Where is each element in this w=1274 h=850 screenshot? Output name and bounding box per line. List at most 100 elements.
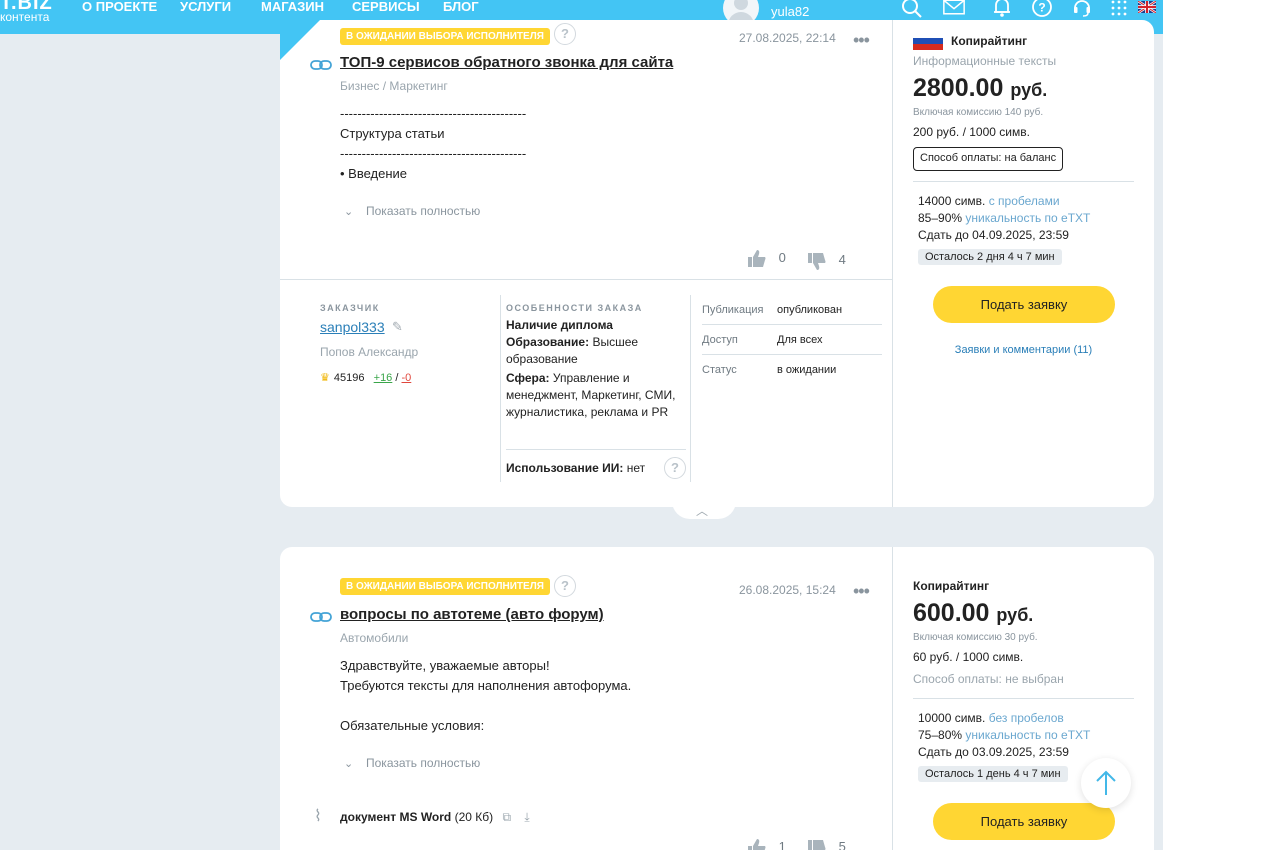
positive-reviews-link[interactable]: +16 bbox=[374, 372, 393, 384]
status-badge: В ОЖИДАНИИ ВЫБОРА ИСПОЛНИТЕЛЯ bbox=[340, 578, 550, 595]
meta-key: Публикация bbox=[702, 304, 764, 316]
apply-button[interactable]: Подать заявку bbox=[933, 803, 1115, 840]
paperclip-icon: ⌇ bbox=[314, 808, 322, 825]
payment-method[interactable]: Способ оплаты: на баланс bbox=[913, 147, 1064, 171]
order-description: Здравствуйте, уважаемые авторы! Требуютс… bbox=[340, 656, 631, 736]
negative-reviews-link[interactable]: -0 bbox=[402, 372, 412, 384]
uniqueness: 85–90% уникальность по eTXT bbox=[918, 211, 1090, 225]
chevron-up-icon: ︿ bbox=[696, 504, 709, 518]
like-button[interactable]: 0 bbox=[747, 249, 786, 269]
order-subtype: Информационные тексты bbox=[913, 54, 1057, 68]
ai-usage-value: нет bbox=[626, 461, 646, 475]
apply-button[interactable]: Подать заявку bbox=[933, 286, 1115, 323]
customer-section-label: ЗАКАЗЧИК bbox=[320, 303, 380, 313]
order-title[interactable]: ТОП-9 сервисов обратного звонка для сайт… bbox=[340, 54, 673, 71]
order-category[interactable]: Автомобили bbox=[340, 631, 408, 645]
nav-blog[interactable]: БЛОГ bbox=[443, 0, 479, 14]
description-line: Здравствуйте, уважаемые авторы! bbox=[340, 658, 550, 673]
order-title[interactable]: вопросы по автотеме (авто форум) bbox=[340, 606, 604, 623]
column-divider bbox=[500, 295, 501, 482]
price-commission: Включая комиссию 140 руб. bbox=[913, 107, 1044, 118]
attachment[interactable]: документ MS Word (20 Кб) ⧉ ⤓ bbox=[340, 810, 530, 825]
collapse-toggle[interactable]: ︿ bbox=[672, 501, 736, 519]
description-line: Структура статьи bbox=[340, 126, 445, 141]
mail-icon[interactable] bbox=[943, 0, 965, 18]
order-price: 600.00 руб. bbox=[913, 599, 1033, 628]
dislike-button[interactable]: 5 bbox=[807, 838, 846, 850]
meta-value: опубликован bbox=[777, 304, 843, 316]
chars-value: 14000 симв. bbox=[918, 194, 986, 208]
ai-usage-key: Использование ИИ: bbox=[506, 461, 624, 475]
apps-grid-icon[interactable] bbox=[1110, 0, 1128, 17]
new-order-ribbon bbox=[280, 20, 320, 60]
ai-help-icon[interactable]: ? bbox=[664, 457, 686, 479]
meta-value: в ожидании bbox=[777, 364, 837, 376]
feature-diploma: Наличие диплома bbox=[506, 318, 613, 332]
russia-flag-icon bbox=[913, 32, 943, 50]
description-line: ----------------------------------------… bbox=[340, 146, 527, 161]
uk-flag-icon[interactable] bbox=[1137, 0, 1157, 14]
status-badge: В ОЖИДАНИИ ВЫБОРА ИСПОЛНИТЕЛЯ bbox=[340, 28, 550, 45]
download-icon[interactable]: ⤓ bbox=[524, 810, 529, 824]
payment-method: Способ оплаты: не выбран bbox=[913, 672, 1064, 686]
order-price: 2800.00 руб. bbox=[913, 74, 1047, 103]
like-button[interactable]: 1 bbox=[747, 838, 786, 850]
description-line: Требуются тексты для наполнения автофору… bbox=[340, 678, 632, 693]
order-type: Копирайтинг bbox=[913, 579, 990, 593]
rating-value: 45196 bbox=[333, 372, 365, 384]
more-options-icon[interactable]: ••• bbox=[853, 31, 870, 49]
description-line bbox=[340, 696, 631, 716]
page-right-margin bbox=[1163, 0, 1274, 850]
deadline: Сдать до 03.09.2025, 23:59 bbox=[918, 745, 1069, 759]
card-column-divider bbox=[892, 547, 893, 850]
show-more-label: Показать полностью bbox=[366, 204, 481, 218]
price-value: 600.00 bbox=[913, 599, 990, 627]
dislike-button[interactable]: 4 bbox=[807, 251, 846, 271]
status-help-icon[interactable]: ? bbox=[554, 575, 576, 597]
chevron-down-icon: ⌄ bbox=[344, 758, 354, 770]
price-commission: Включая комиссию 30 руб. bbox=[913, 632, 1038, 643]
help-icon[interactable]: ? bbox=[1031, 0, 1053, 18]
order-features: Наличие диплома Образование: Высшее обра… bbox=[506, 317, 684, 421]
show-more-link[interactable]: ⌄ Показать полностью bbox=[344, 756, 480, 770]
site-logo-subtitle: контента bbox=[0, 10, 50, 24]
chars-count: 14000 симв. с пробелами bbox=[918, 194, 1060, 208]
attachment-size: (20 Кб) bbox=[454, 810, 494, 824]
support-headset-icon[interactable] bbox=[1071, 0, 1093, 18]
price-currency: руб. bbox=[1010, 80, 1048, 100]
price-value: 2800.00 bbox=[913, 74, 1004, 102]
thumbs-up-icon bbox=[748, 250, 766, 267]
customer-rating: ♛ 45196 +16 / -0 bbox=[320, 371, 411, 384]
nav-shop[interactable]: МАГАЗИН bbox=[261, 0, 324, 14]
scroll-to-top-button[interactable] bbox=[1081, 758, 1131, 808]
order-category[interactable]: Бизнес / Маркетинг bbox=[340, 79, 448, 93]
right-divider bbox=[913, 698, 1134, 699]
rating-separator: / bbox=[395, 372, 399, 384]
customer-login-link[interactable]: sanpol333 bbox=[320, 319, 385, 335]
search-icon[interactable] bbox=[901, 0, 923, 19]
pencil-icon[interactable]: ✎ bbox=[392, 319, 403, 335]
show-more-link[interactable]: ⌄ Показать полностью bbox=[344, 204, 480, 218]
feature-divider bbox=[506, 449, 686, 450]
meta-divider bbox=[702, 324, 882, 325]
nav-about[interactable]: О ПРОЕКТЕ bbox=[82, 0, 157, 14]
username[interactable]: yula82 bbox=[771, 4, 809, 19]
nav-tools[interactable]: СЕРВИСЫ bbox=[352, 0, 420, 14]
bell-icon[interactable] bbox=[991, 0, 1013, 18]
arrow-up-icon bbox=[1096, 770, 1116, 795]
more-options-icon[interactable]: ••• bbox=[853, 582, 870, 600]
column-divider bbox=[690, 295, 691, 482]
attachment-name[interactable]: документ MS Word bbox=[340, 810, 451, 824]
ai-usage: Использование ИИ: нет bbox=[506, 460, 684, 477]
order-type: Копирайтинг bbox=[951, 34, 1028, 48]
description-line: ----------------------------------------… bbox=[340, 106, 527, 121]
status-help-icon[interactable]: ? bbox=[554, 23, 576, 45]
feature-sphere-key: Сфера: bbox=[506, 371, 550, 385]
preview-icon[interactable]: ⧉ bbox=[503, 810, 512, 824]
meta-key: Статус bbox=[702, 364, 737, 376]
price-rate: 60 руб. / 1000 симв. bbox=[913, 650, 1024, 664]
nav-services[interactable]: УСЛУГИ bbox=[180, 0, 231, 14]
customer-full-name: Попов Александр bbox=[320, 345, 419, 359]
svg-text:?: ? bbox=[1038, 1, 1045, 15]
bids-comments-link[interactable]: Заявки и комментарии (11) bbox=[913, 344, 1134, 356]
